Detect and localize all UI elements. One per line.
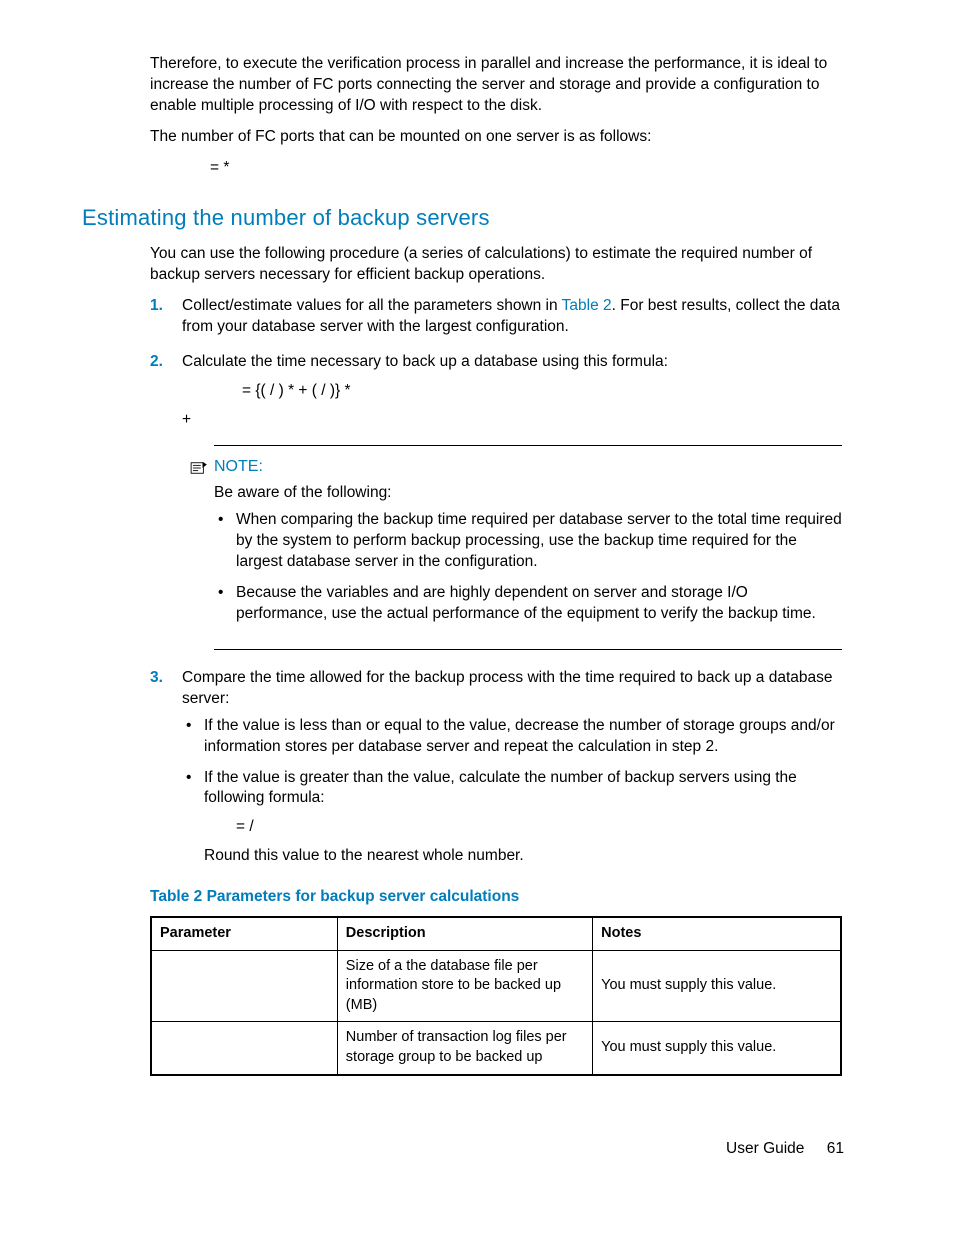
step-3-bullet-2-text: If the value is greater than the value, …: [204, 769, 797, 807]
step-3-bullet-2: If the value is greater than the value, …: [182, 768, 842, 868]
step-1-text-a: Collect/estimate values for all the para…: [182, 297, 562, 314]
server-count-formula: = /: [236, 817, 842, 838]
note-bullet-1: When comparing the backup time required …: [214, 510, 842, 573]
cell-parameter: [151, 950, 337, 1022]
step-3-bullet-1: If the value is less than or equal to th…: [182, 716, 842, 758]
table-row: Number of transaction log files per stor…: [151, 1022, 841, 1075]
page-number: 61: [827, 1140, 844, 1157]
step-3: 3. Compare the time allowed for the back…: [150, 668, 842, 867]
step-1: 1. Collect/estimate values for all the p…: [150, 296, 842, 338]
step-3-bullet-2-tail: Round this value to the nearest whole nu…: [204, 847, 524, 864]
step-3-text: Compare the time allowed for the backup …: [182, 669, 833, 707]
step-number: 1.: [150, 296, 163, 317]
step-3-bullets: If the value is less than or equal to th…: [182, 716, 842, 868]
note-block: NOTE: Be aware of the following: When co…: [214, 445, 842, 650]
step-2: 2. Calculate the time necessary to back …: [150, 352, 842, 650]
cell-description: Number of transaction log files per stor…: [337, 1022, 592, 1075]
intro-paragraph-2: The number of FC ports that can be mount…: [150, 127, 842, 148]
col-notes: Notes: [593, 917, 841, 950]
cell-parameter: [151, 1022, 337, 1075]
cell-notes: You must supply this value.: [593, 1022, 841, 1075]
page-footer: User Guide 61: [726, 1139, 844, 1160]
note-bullets: When comparing the backup time required …: [214, 510, 842, 625]
cell-notes: You must supply this value.: [593, 950, 841, 1022]
step-number: 2.: [150, 352, 163, 373]
note-title: NOTE:: [214, 456, 263, 478]
parameters-table: Parameter Description Notes Size of a th…: [150, 916, 842, 1075]
footer-label: User Guide: [726, 1140, 804, 1157]
note-heading: NOTE:: [190, 456, 818, 478]
procedure-list: 1. Collect/estimate values for all the p…: [150, 296, 842, 867]
step-number: 3.: [150, 668, 163, 689]
note-bullet-2: Because the variables and are highly dep…: [214, 583, 842, 625]
note-icon: [190, 460, 208, 474]
fc-ports-formula: = *: [210, 158, 842, 179]
table-caption: Table 2 Parameters for backup server cal…: [150, 887, 842, 908]
intro-paragraph-1: Therefore, to execute the verification p…: [150, 54, 842, 117]
col-parameter: Parameter: [151, 917, 337, 950]
content-region: Therefore, to execute the verification p…: [150, 54, 842, 1076]
page: Therefore, to execute the verification p…: [0, 0, 954, 1235]
backup-time-formula-line1: = {( / ) * + ( / )} *: [242, 381, 842, 402]
table-2-link[interactable]: Table 2: [562, 297, 612, 314]
table-row: Size of a the database file per informat…: [151, 950, 841, 1022]
cell-description: Size of a the database file per informat…: [337, 950, 592, 1022]
step-2-text: Calculate the time necessary to back up …: [182, 353, 668, 370]
section-intro: You can use the following procedure (a s…: [150, 244, 842, 286]
backup-time-formula-line2: +: [182, 410, 842, 431]
note-intro: Be aware of the following:: [214, 483, 842, 504]
col-description: Description: [337, 917, 592, 950]
table-header-row: Parameter Description Notes: [151, 917, 841, 950]
section-heading: Estimating the number of backup servers: [82, 203, 842, 233]
